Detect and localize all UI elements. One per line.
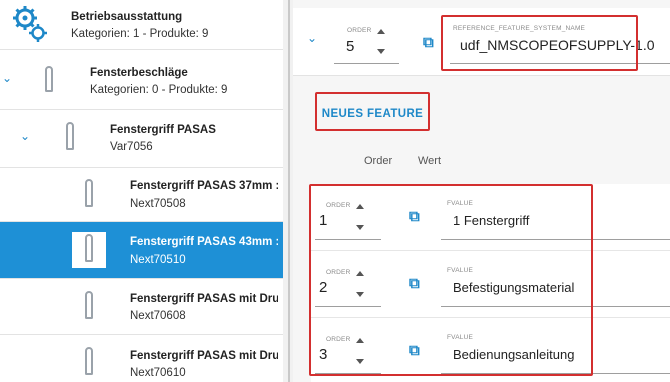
tree-item-product[interactable]: Fenstergriff PASAS 37mm : Next70508 <box>0 168 283 222</box>
column-header-value: Wert <box>418 155 442 167</box>
panel-divider-line <box>288 0 290 382</box>
tree-item-product[interactable]: Fenstergriff PASAS mit Dru Next70608 <box>0 279 283 335</box>
app-root: Betriebsausstattung Kategorien: 1 - Prod… <box>0 0 670 382</box>
tree-item-subtitle: Kategorien: 1 - Produkte: 9 <box>71 28 209 40</box>
tree-item-title: Fenstergriff PASAS 43mm : <box>130 236 278 248</box>
tree-item-subtitle: Next70610 <box>130 367 186 379</box>
category-tree: Betriebsausstattung Kategorien: 1 - Prod… <box>0 0 283 382</box>
tree-item-subtitle: Var7056 <box>110 141 153 153</box>
order-decrement[interactable] <box>377 49 385 54</box>
window-handle-icon <box>33 64 65 96</box>
tree-item-subtitle: Next70510 <box>130 254 186 266</box>
tree-item-title: Fenstergriff PASAS 37mm : <box>130 180 278 192</box>
window-handle-icon <box>72 177 106 213</box>
chevron-down-icon[interactable]: ⌄ <box>20 129 30 143</box>
tree-item-product[interactable]: Fenstergriff PASAS mit Dru Next70610 <box>0 335 283 382</box>
window-handle-icon <box>72 289 106 325</box>
order-increment[interactable] <box>377 29 385 34</box>
chevron-down-icon[interactable]: ⌄ <box>2 71 12 85</box>
link-icon[interactable]: ⧉ <box>423 34 434 51</box>
highlight-box <box>309 184 593 376</box>
tree-item-subtitle: Kategorien: 0 - Produkte: 9 <box>90 84 228 96</box>
tree-item-title: Fenstergriff PASAS <box>110 124 216 136</box>
window-handle-icon <box>53 120 87 156</box>
order-value[interactable]: 5 <box>346 38 354 55</box>
window-handle-icon <box>72 345 106 381</box>
column-header-order: Order <box>364 155 393 167</box>
highlight-box <box>315 92 430 131</box>
window-handle-icon <box>72 232 106 268</box>
chevron-down-icon[interactable]: ⌄ <box>307 31 317 45</box>
order-label: ORDER <box>347 27 372 34</box>
tree-item-subtitle: Next70508 <box>130 198 186 210</box>
tree-item-fensterbeschlaege[interactable]: ⌄ Fensterbeschläge Kategorien: 0 - Produ… <box>0 50 283 110</box>
feature-panel: ⌄ ORDER 5 ⧉ REFERENCE_FEATURE_SYSTEM_NAM… <box>293 0 670 382</box>
gears-icon <box>13 6 47 42</box>
tree-item-fenstergriff-pasas[interactable]: ⌄ Fenstergriff PASAS Var7056 <box>0 110 283 168</box>
tree-item-betriebsausstattung[interactable]: Betriebsausstattung Kategorien: 1 - Prod… <box>0 0 283 50</box>
tree-item-product-selected[interactable]: Fenstergriff PASAS 43mm : Next70510 <box>0 222 283 279</box>
highlight-box <box>441 15 638 71</box>
tree-item-title: Fenstergriff PASAS mit Dru <box>130 293 278 305</box>
tree-item-title: Betriebsausstattung <box>71 11 183 23</box>
tree-item-title: Fensterbeschläge <box>90 67 188 79</box>
tree-item-title: Fenstergriff PASAS mit Dru <box>130 350 278 362</box>
tree-item-subtitle: Next70608 <box>130 310 186 322</box>
